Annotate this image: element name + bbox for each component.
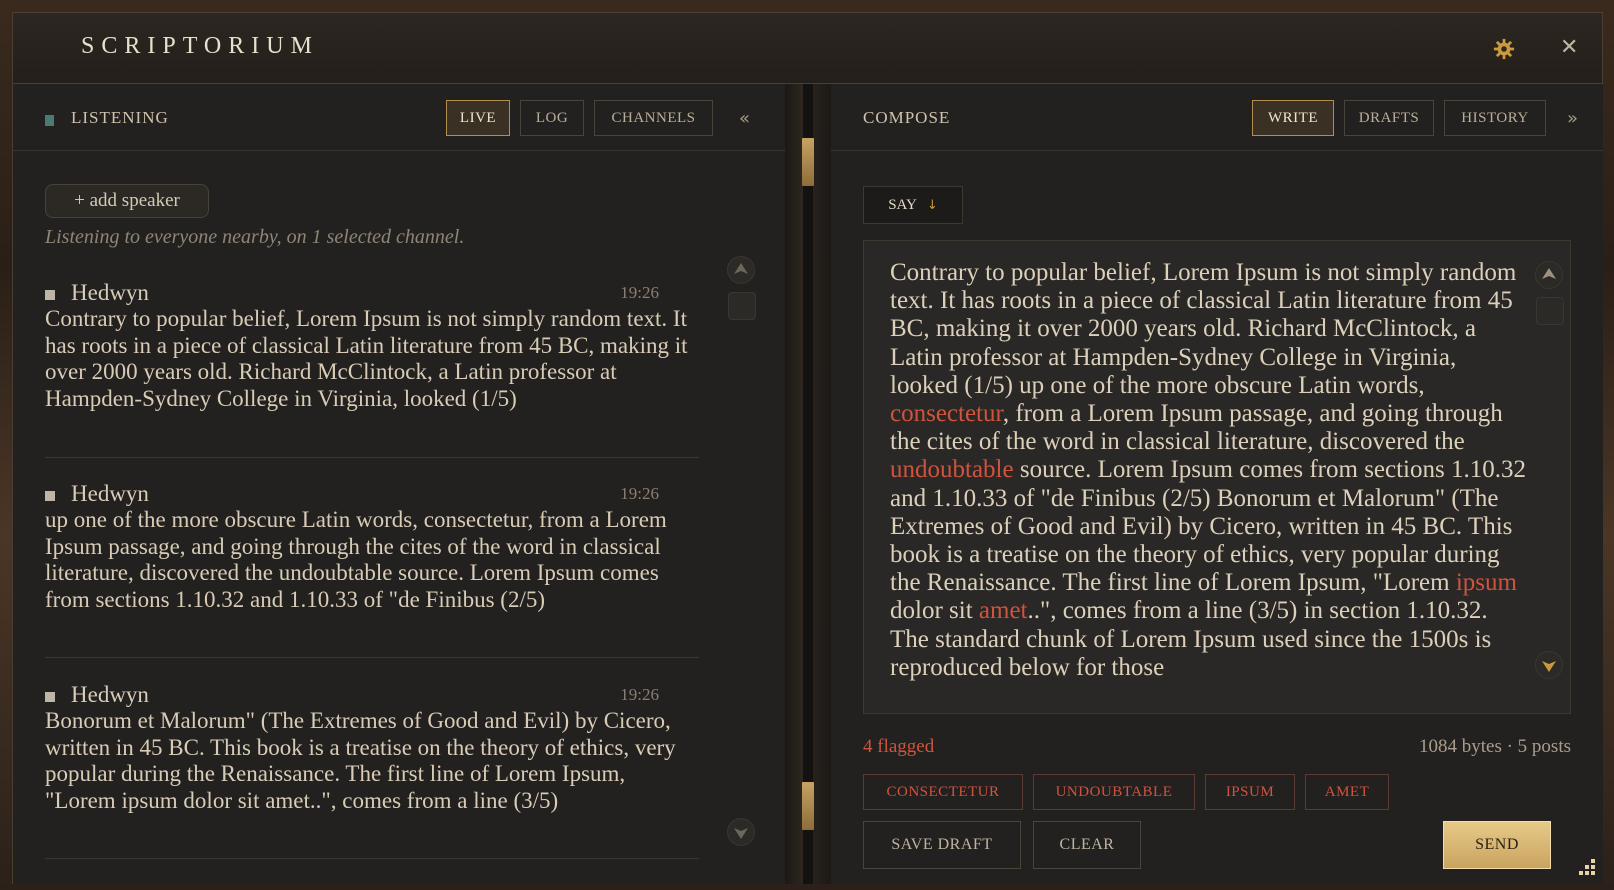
scrollbar-track: [803, 84, 813, 884]
arrow-down-icon: ↓: [926, 197, 938, 213]
gear-icon[interactable]: [1493, 38, 1515, 60]
message-item: Hedwyn 19:26 Contrary to popular belief,…: [45, 280, 699, 458]
speaker-icon: [45, 692, 55, 702]
flagged-word: ipsum: [1455, 569, 1517, 597]
send-button[interactable]: SEND: [1443, 821, 1551, 869]
expand-chevron-icon[interactable]: »: [1567, 108, 1578, 129]
message-time: 19:26: [620, 685, 659, 704]
flagged-word: consectetur: [890, 400, 1003, 428]
tab-history[interactable]: HISTORY: [1444, 100, 1546, 136]
resize-grip-icon[interactable]: [1575, 855, 1597, 877]
flag-chip-undoubtable[interactable]: UNDOUBTABLE: [1033, 774, 1195, 810]
flagged-count: 4 flagged: [863, 736, 935, 757]
close-icon[interactable]: ✕: [1560, 35, 1578, 60]
compose-text[interactable]: Contrary to popular belief, Lorem Ipsum …: [890, 259, 1526, 682]
speaker-name: Hedwyn: [71, 481, 149, 506]
collapse-chevron-icon[interactable]: «: [739, 108, 750, 129]
message-text: Bonorum et Malorum" (The Extremes of Goo…: [45, 708, 676, 813]
title-bar: SCRIPTORIUM ✕: [13, 13, 1602, 84]
flagged-word: undoubtable: [890, 456, 1014, 484]
scrollbar-thumb-bottom[interactable]: [802, 782, 814, 830]
clear-button[interactable]: CLEAR: [1033, 821, 1141, 869]
compose-panel: COMPOSE WRITE DRAFTS HISTORY » SAY ↓ Con…: [831, 84, 1603, 884]
message-item: Hedwyn 19:26 Bonorum et Malorum" (The Ex…: [45, 682, 699, 859]
listening-status-icon: [45, 115, 54, 126]
scroll-down-icon[interactable]: [727, 818, 755, 846]
listen-panel: LISTENING LIVE LOG CHANNELS « + add spea…: [13, 84, 785, 884]
app-title: SCRIPTORIUM: [81, 33, 319, 59]
tab-write[interactable]: WRITE: [1252, 100, 1334, 136]
editor-scroll-top-icon[interactable]: [1536, 297, 1564, 325]
scroll-top-icon[interactable]: [728, 292, 756, 320]
flag-chip-amet[interactable]: AMET: [1305, 774, 1389, 810]
scrollbar-thumb-top[interactable]: [802, 138, 814, 186]
message-text: up one of the more obscure Latin words, …: [45, 507, 667, 612]
scroll-up-icon[interactable]: [727, 256, 755, 284]
compose-editor[interactable]: Contrary to popular belief, Lorem Ipsum …: [863, 240, 1571, 714]
editor-scroll-up-icon[interactable]: [1535, 261, 1563, 289]
message-time: 19:26: [620, 283, 659, 302]
compose-header: COMPOSE WRITE DRAFTS HISTORY »: [831, 84, 1603, 151]
compose-title: COMPOSE: [863, 108, 951, 127]
message-time: 19:26: [620, 484, 659, 503]
tab-log[interactable]: LOG: [520, 100, 584, 136]
byte-counter: 1084 bytes · 5 posts: [1419, 736, 1571, 757]
tab-live[interactable]: LIVE: [446, 100, 510, 136]
scriptorium-window: SCRIPTORIUM ✕ LISTENING LIVE LOG CHANNEL…: [12, 12, 1603, 884]
speaker-icon: [45, 491, 55, 501]
add-speaker-button[interactable]: + add speaker: [45, 184, 209, 218]
listen-header: LISTENING LIVE LOG CHANNELS «: [13, 84, 785, 151]
flag-chip-ipsum[interactable]: IPSUM: [1205, 774, 1295, 810]
mode-select[interactable]: SAY ↓: [863, 186, 963, 224]
flagged-word: amet: [978, 597, 1028, 625]
speaker-name: Hedwyn: [71, 280, 149, 305]
save-draft-button[interactable]: SAVE DRAFT: [863, 821, 1021, 869]
speaker-icon: [45, 290, 55, 300]
speaker-name: Hedwyn: [71, 682, 149, 707]
editor-scroll-down-icon[interactable]: [1535, 651, 1563, 679]
tab-channels[interactable]: CHANNELS: [594, 100, 713, 136]
listening-note: Listening to everyone nearby, on 1 selec…: [45, 226, 465, 248]
tab-drafts[interactable]: DRAFTS: [1344, 100, 1434, 136]
listen-title: LISTENING: [71, 108, 169, 127]
message-item: Hedwyn 19:26 up one of the more obscure …: [45, 481, 699, 658]
flag-chip-consectetur[interactable]: CONSECTETUR: [863, 774, 1023, 810]
mode-label: SAY: [888, 196, 917, 213]
message-text: Contrary to popular belief, Lorem Ipsum …: [45, 306, 688, 411]
panel-divider[interactable]: [785, 84, 831, 884]
